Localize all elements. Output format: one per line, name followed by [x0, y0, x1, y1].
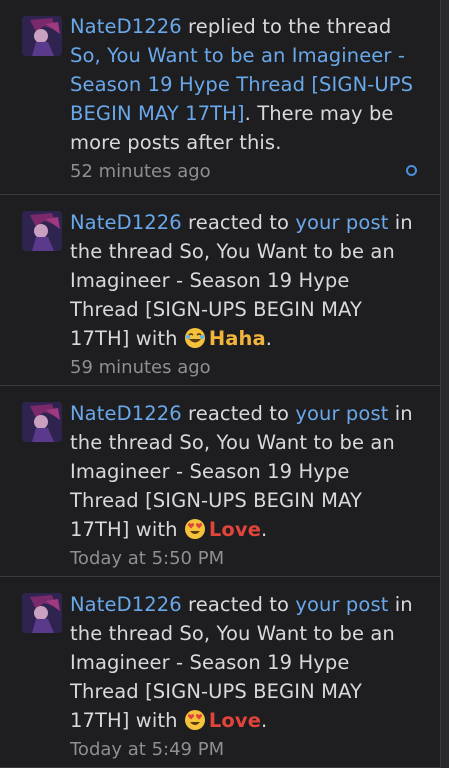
user-link[interactable]: NateD1226	[70, 211, 182, 234]
alert-text: NateD1226 reacted to your post in the th…	[70, 208, 421, 353]
heart-eyes-emoji-icon	[184, 519, 205, 539]
alert-item[interactable]: NateD1226 reacted to your post in the th…	[0, 195, 441, 386]
alert-end: .	[261, 709, 268, 732]
mark-read-circle-icon[interactable]	[406, 165, 417, 176]
user-avatar-icon[interactable]	[22, 211, 62, 251]
alert-text: NateD1226 reacted to your post in the th…	[70, 399, 421, 544]
alert-time: 59 minutes ago	[70, 357, 211, 378]
alert-text: NateD1226 reacted to your post in the th…	[70, 590, 421, 735]
alert-time: Today at 5:50 PM	[70, 548, 225, 569]
alert-item[interactable]: NateD1226 reacted to your post in the th…	[0, 386, 441, 577]
reaction-label: Haha	[208, 327, 266, 350]
user-avatar-icon[interactable]	[22, 593, 62, 633]
alert-action: reacted to	[181, 593, 296, 616]
user-link[interactable]: NateD1226	[70, 593, 182, 616]
laughing-emoji-icon	[184, 328, 205, 348]
user-avatar-icon[interactable]	[22, 402, 62, 442]
user-avatar-icon[interactable]	[22, 16, 62, 56]
alert-end: .	[261, 518, 268, 541]
post-link[interactable]: your post	[295, 593, 388, 616]
alert-text: NateD1226 replied to the thread So, You …	[70, 12, 421, 157]
alert-action: reacted to	[181, 211, 296, 234]
alert-item[interactable]: NateD1226 replied to the thread So, You …	[0, 0, 441, 195]
alerts-panel: NateD1226 replied to the thread So, You …	[0, 0, 441, 768]
alert-action: reacted to	[181, 402, 296, 425]
scrollbar[interactable]	[440, 0, 449, 768]
reaction-label: Love	[208, 709, 262, 732]
post-link[interactable]: your post	[295, 211, 388, 234]
user-link[interactable]: NateD1226	[70, 402, 182, 425]
user-link[interactable]: NateD1226	[70, 15, 182, 38]
reaction-label: Love	[208, 518, 262, 541]
alert-end: .	[265, 327, 273, 350]
alert-time: 52 minutes ago	[70, 161, 211, 182]
alert-time: Today at 5:49 PM	[70, 739, 225, 760]
alert-action: replied to the thread	[181, 15, 392, 38]
heart-eyes-emoji-icon	[184, 710, 205, 730]
alert-item[interactable]: NateD1226 reacted to your post in the th…	[0, 577, 441, 768]
post-link[interactable]: your post	[295, 402, 388, 425]
